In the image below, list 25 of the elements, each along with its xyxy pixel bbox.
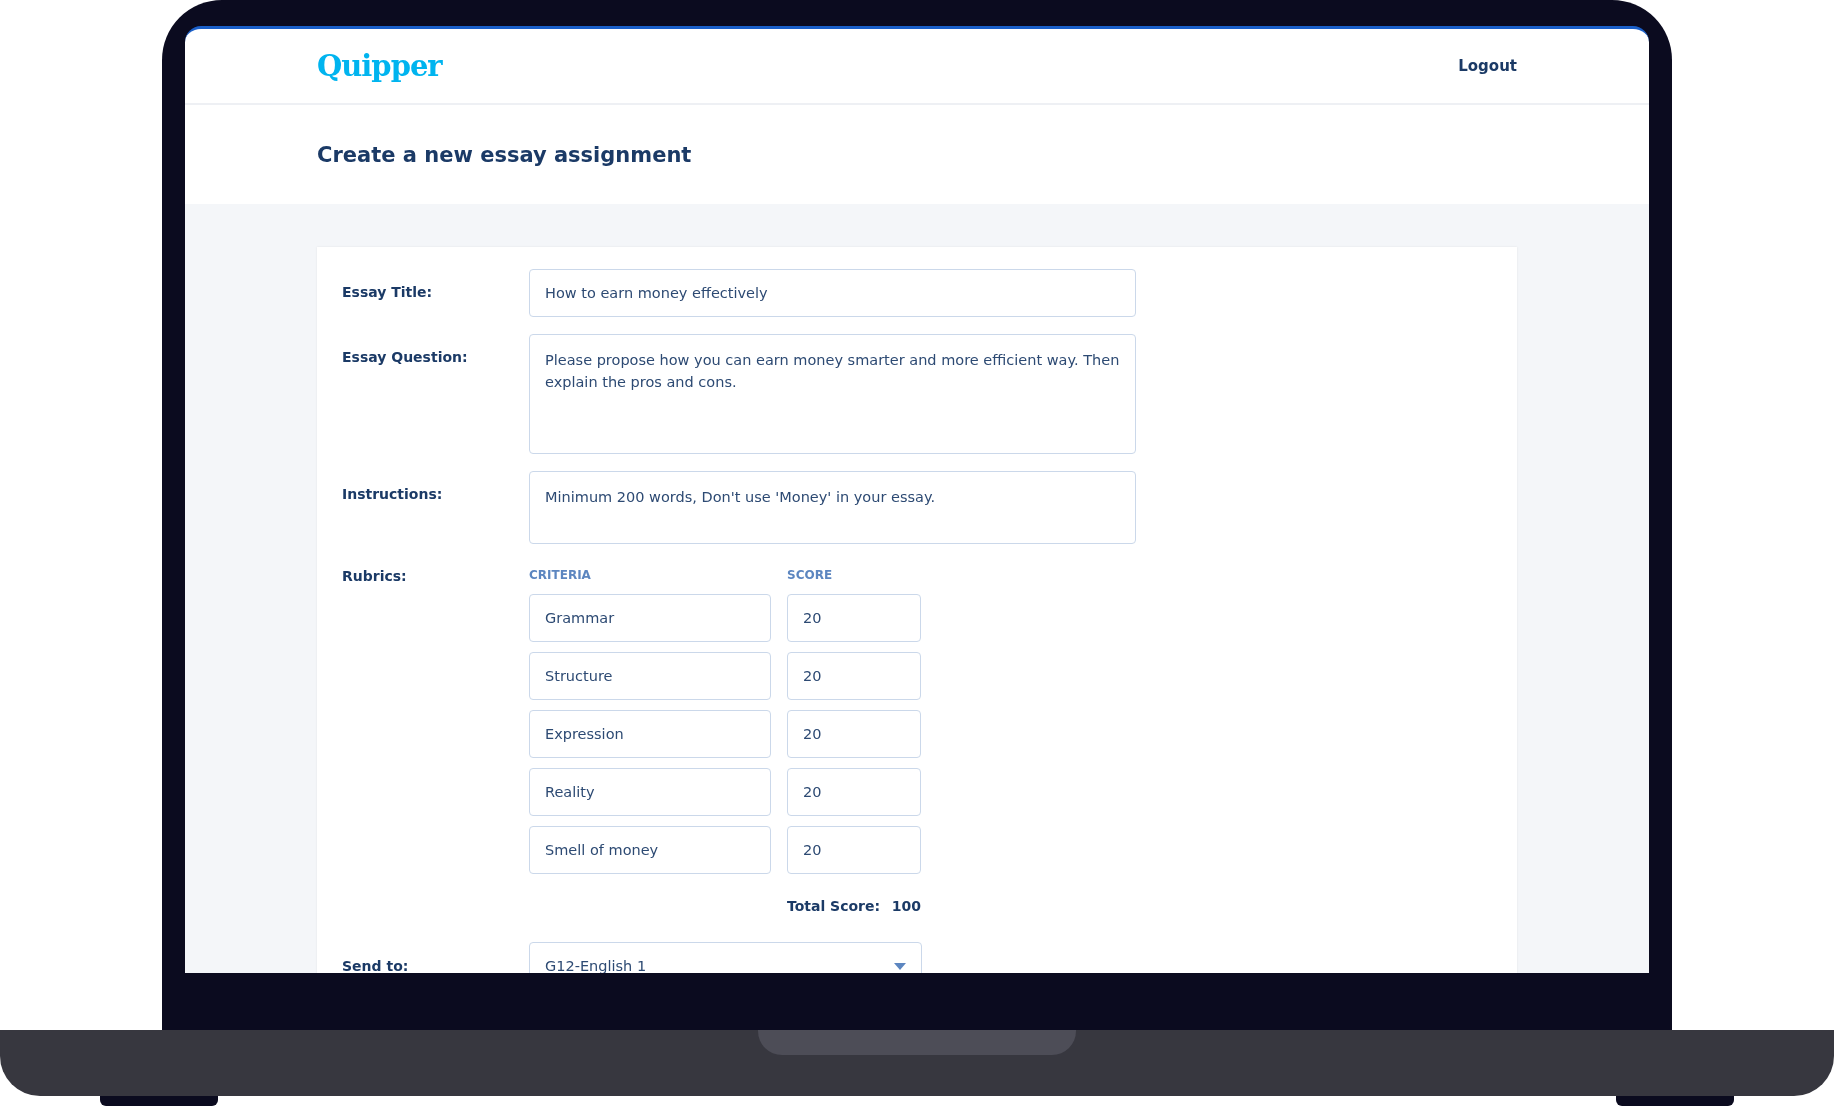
total-score-value: 100 [891,898,921,914]
text-area[interactable]: Please propose how you can earn money smarter and more efficient way. Then explain the pros and cons. [529,334,1136,454]
total-score-label: Total Score: [787,898,881,914]
criteria-field[interactable]: Expression [529,710,771,758]
score-field[interactable]: 20 [787,594,921,642]
field-label: Rubrics: [342,568,408,586]
criteria-field[interactable]: Structure [529,652,771,700]
caret-icon [894,962,906,970]
logout-link[interactable]: Logout [1458,57,1517,75]
field-label: Essay Title: [342,283,434,302]
criteria-field[interactable]: Smell of money [529,826,771,874]
text-area[interactable]: Minimum 200 words, Don't use 'Money' in your essay. [529,471,1136,544]
column-heading: CRITERIA [529,568,592,584]
criteria-field[interactable]: Reality [529,768,771,816]
field-label: Essay Question: [342,348,469,367]
score-field[interactable]: 20 [787,710,921,758]
text-field[interactable]: How to earn money effectively [529,269,1136,317]
score-field[interactable]: 20 [787,826,921,874]
column-heading: SCORE [787,568,834,584]
field-label: Instructions: [342,485,444,504]
page-title: Create a new essay assignment [317,142,692,167]
criteria-field[interactable]: Grammar [529,594,771,642]
score-field[interactable]: 20 [787,768,921,816]
field-label: Send to: [342,957,410,973]
score-field[interactable]: 20 [787,652,921,700]
